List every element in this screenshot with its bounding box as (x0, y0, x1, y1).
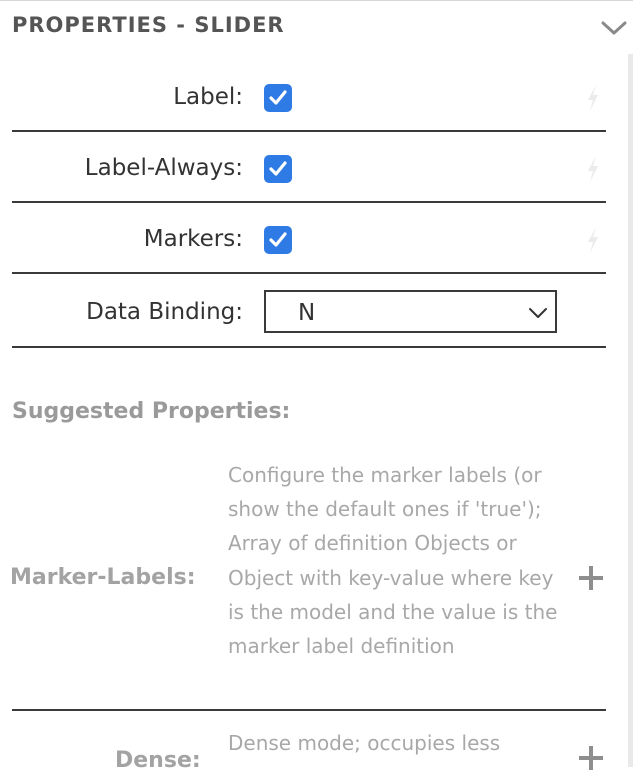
suggested-properties-title: Suggested Properties: (12, 399, 291, 424)
checkmark-icon (269, 232, 287, 247)
suggested-item-description: Dense mode; occupies less (228, 731, 501, 755)
property-label: Markers: (143, 226, 243, 252)
select-value: N (298, 300, 316, 326)
checkmark-icon (269, 90, 287, 105)
bolt-icon[interactable] (585, 155, 601, 183)
data-binding-label: Data Binding: (86, 299, 243, 325)
property-row-label-always: Label-Always: (0, 151, 633, 203)
label-always-checkbox[interactable] (264, 155, 292, 183)
divider (12, 709, 606, 711)
checkmark-icon (269, 161, 287, 176)
divider (12, 201, 606, 203)
property-row-label: Label: (0, 80, 633, 132)
data-binding-select[interactable]: N (264, 290, 557, 333)
property-label: Label-Always: (84, 155, 243, 181)
divider (12, 130, 606, 132)
plus-icon[interactable] (578, 565, 604, 591)
property-row-markers: Markers: (0, 222, 633, 274)
scrollbar-track[interactable] (628, 54, 633, 767)
bolt-icon[interactable] (585, 226, 601, 254)
plus-icon[interactable] (578, 745, 604, 771)
suggested-item-label: Marker-Labels: (10, 565, 196, 590)
label-checkbox[interactable] (264, 84, 292, 112)
suggested-item-description: Configure the marker labels (or show the… (228, 463, 558, 659)
suggested-item-label: Dense: (115, 748, 201, 773)
bolt-icon[interactable] (585, 84, 601, 112)
panel-title: PROPERTIES - SLIDER (12, 13, 285, 37)
property-label: Label: (173, 84, 243, 110)
markers-checkbox[interactable] (264, 226, 292, 254)
divider (12, 346, 606, 348)
chevron-down-icon[interactable] (600, 18, 628, 38)
panel-header[interactable]: PROPERTIES - SLIDER (0, 0, 633, 54)
divider (12, 272, 606, 274)
chevron-down-icon (529, 308, 547, 318)
